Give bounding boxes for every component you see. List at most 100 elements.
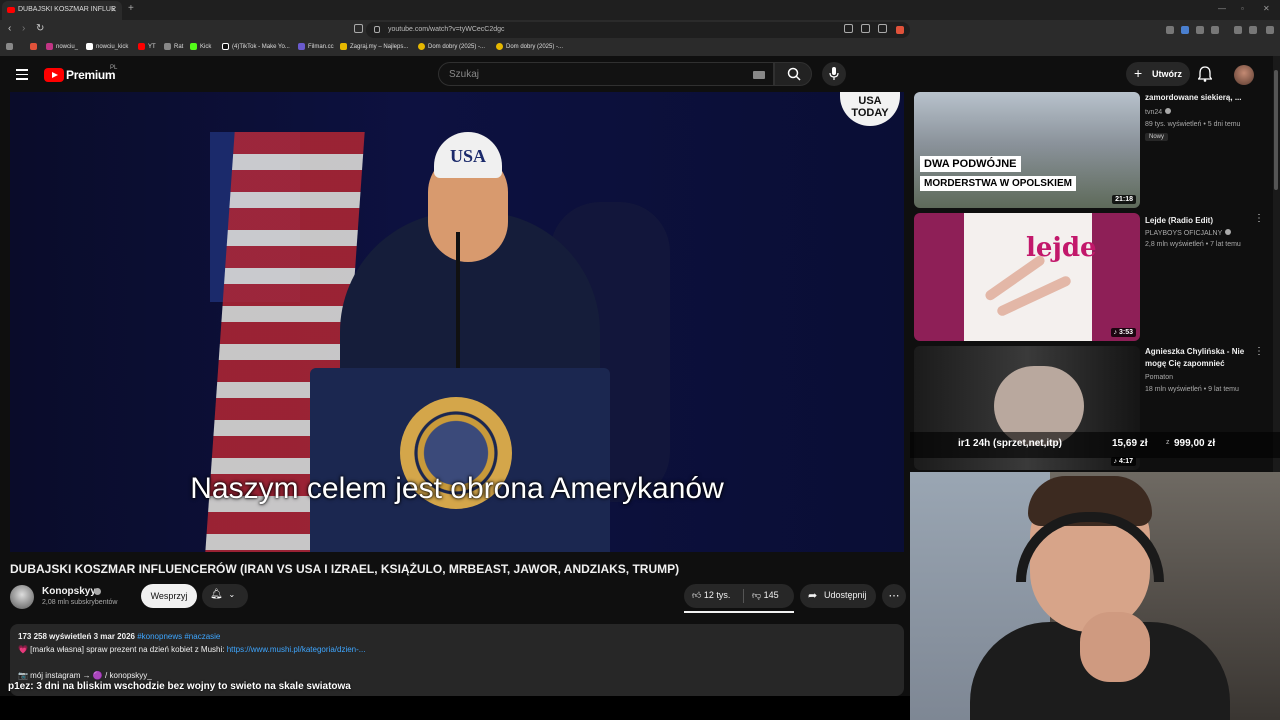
new-tab-icon[interactable]: +: [128, 3, 134, 14]
video-stats: 18 mln wyświetleń • 9 lat temu: [1145, 386, 1239, 393]
bookmark-item[interactable]: [30, 43, 37, 50]
bookmark-item[interactable]: Dom dobry (2025) -...: [496, 43, 563, 50]
close-tab-icon[interactable]: ✕: [110, 5, 117, 14]
bookmark-item[interactable]: Rat: [164, 43, 183, 50]
channel-name[interactable]: Pomaton: [1145, 374, 1173, 381]
channel-name[interactable]: tvn24: [1145, 108, 1172, 116]
youtube-logo-icon[interactable]: [44, 68, 64, 82]
channel-avatar[interactable]: [10, 585, 34, 609]
video-thumbnail[interactable]: DWA PODWÓJNE MORDERSTWA W OPOLSKIEM 21:1…: [914, 92, 1140, 208]
keyboard-icon[interactable]: [753, 71, 765, 79]
forward-icon[interactable]: ›: [22, 23, 25, 34]
microphone-icon: [829, 67, 839, 80]
donation-target: 999,00 zł: [1174, 438, 1216, 449]
browser-nav-bar: ‹ › ↻ youtube.com/watch?v=tyWCecC2dgc: [0, 20, 1280, 40]
brave-shield-icon[interactable]: [896, 26, 904, 34]
like-ratio-bar: [684, 611, 794, 613]
video-title[interactable]: Lejde (Radio Edit): [1145, 215, 1255, 227]
subscription-notifications-button[interactable]: 🔔︎ ⌄: [202, 584, 248, 608]
extension-icon[interactable]: [1211, 26, 1219, 34]
share-page-icon[interactable]: [878, 24, 887, 33]
video-title[interactable]: zamordowane siekierą, ...: [1145, 92, 1255, 104]
video-duration: ♪ 4:17: [1110, 457, 1136, 466]
zoom-icon[interactable]: [844, 24, 853, 33]
maximize-icon[interactable]: ▫: [1241, 4, 1244, 13]
extension-icon[interactable]: [1166, 26, 1174, 34]
more-icon: ⋯: [888, 590, 900, 602]
apps-icon[interactable]: [6, 43, 13, 50]
minimize-icon[interactable]: —: [1218, 4, 1226, 13]
notifications-bell-icon[interactable]: [1198, 66, 1212, 82]
bookmark-item[interactable]: nowciu_kick: [86, 43, 128, 50]
site-info-icon[interactable]: [374, 26, 380, 33]
bookmark-item[interactable]: Filman.cc: [298, 43, 334, 50]
support-button[interactable]: Wesprzyj: [141, 584, 197, 608]
video-thumbnail[interactable]: lejde ♪ 3:53: [914, 213, 1140, 341]
new-badge: Nowy: [1145, 133, 1169, 141]
browser-tab[interactable]: DUBAJSKI KOSZMAR INFLUE ✕: [2, 1, 122, 20]
video-stats: 2,8 mln wyświetleń • 7 lat temu: [1145, 241, 1241, 248]
close-window-icon[interactable]: ✕: [1263, 4, 1270, 13]
video-subtitle: Naszym celem jest obrona Amerykanów: [190, 472, 724, 505]
thumbnail-headline: DWA PODWÓJNE: [920, 156, 1021, 172]
bookmark-item[interactable]: (4)TikTok - Make Yo...: [222, 43, 290, 50]
chat-overlay-message: p1ez: 3 dni na bliskim wschodzie bez woj…: [8, 681, 351, 692]
back-icon[interactable]: ‹: [8, 23, 11, 34]
browser-tab-bar: DUBAJSKI KOSZMAR INFLUE ✕ + — ▫ ✕: [0, 0, 1280, 20]
youtube-header: Premium PL Szukaj + Utwórz: [0, 56, 1280, 92]
podium-microphone: [456, 232, 460, 372]
dislike-count: 145: [763, 590, 779, 600]
dislike-button[interactable]: 👎︎ 145: [752, 590, 779, 601]
bookmark-page-icon[interactable]: [354, 24, 363, 33]
channel-name[interactable]: PLAYBOYS OFICJALNY: [1145, 229, 1232, 237]
address-bar[interactable]: youtube.com/watch?v=tyWCecC2dgc: [366, 22, 910, 38]
description-link[interactable]: https://www.mushi.pl/kategoria/dzien-...: [227, 645, 366, 654]
more-options-icon[interactable]: ⋮: [1254, 346, 1264, 357]
extension-icon[interactable]: [1196, 26, 1204, 34]
video-player[interactable]: USA USA TODAY Naszym celem jest obrona A…: [10, 92, 904, 552]
video-duration: ♪ 3:53: [1110, 328, 1136, 337]
like-dislike-group: 👍︎ 12 tys. 👎︎ 145: [684, 584, 794, 608]
account-avatar[interactable]: [1234, 65, 1254, 85]
wallet-icon[interactable]: [1249, 26, 1257, 34]
voice-search-button[interactable]: [822, 62, 846, 86]
share-button[interactable]: ➦ Udostępnij: [800, 584, 876, 608]
views-and-date: 173 258 wyświetleń 3 mar 2026: [18, 632, 135, 641]
tab-title: DUBAJSKI KOSZMAR INFLUE: [18, 6, 116, 13]
usa-today-watermark: USA TODAY: [840, 92, 900, 126]
donation-separator: z: [1166, 439, 1170, 446]
video-title[interactable]: Agnieszka Chylińska - Nie mogę Cię zapom…: [1145, 346, 1255, 370]
create-button[interactable]: + Utwórz: [1126, 62, 1190, 86]
bookmarks-bar: nowciu_ nowciu_kick YT Rat Kick (4)TikTo…: [0, 40, 1280, 56]
donation-goal-label: ir1 24h (sprzet,net,itp): [958, 438, 1062, 449]
bookmark-item[interactable]: Dom dobry (2025) -...: [418, 43, 485, 50]
bookmark-item[interactable]: nowciu_: [46, 43, 78, 50]
divider: [743, 589, 744, 603]
menu-icon[interactable]: [1266, 26, 1274, 34]
channel-name[interactable]: Konopskyy: [42, 586, 96, 597]
reload-icon[interactable]: ↻: [36, 23, 44, 34]
country-code: PL: [110, 65, 118, 71]
media-icon[interactable]: [1234, 26, 1242, 34]
search-button[interactable]: [774, 62, 812, 86]
description-line: 💗 [marka własna] spraw prezent na dzień …: [18, 645, 366, 654]
extension-icon[interactable]: [1181, 26, 1189, 34]
hamburger-menu-icon[interactable]: [16, 69, 28, 80]
like-button[interactable]: 👍︎ 12 tys.: [692, 590, 730, 601]
streamer-webcam: [910, 472, 1280, 720]
bookmark-item[interactable]: Zagraj.my – Najleps...: [340, 43, 408, 50]
cast-icon[interactable]: [861, 24, 870, 33]
bookmark-item[interactable]: YT: [138, 43, 156, 50]
thumbs-down-icon: 👎︎: [752, 590, 762, 600]
share-icon: ➦: [808, 590, 818, 602]
bookmark-item[interactable]: Kick: [190, 43, 211, 50]
search-input[interactable]: Szukaj: [438, 62, 774, 86]
more-options-icon[interactable]: ⋮: [1254, 213, 1264, 224]
logo-text[interactable]: Premium: [66, 68, 116, 82]
more-actions-button[interactable]: ⋯: [882, 584, 906, 608]
scrollbar-thumb[interactable]: [1274, 70, 1278, 190]
search-placeholder: Szukaj: [449, 69, 480, 80]
speaker-cap: USA: [434, 132, 502, 178]
hashtags[interactable]: #konopnews #naczasie: [137, 632, 220, 641]
donation-current: 15,69 zł: [1112, 438, 1148, 449]
